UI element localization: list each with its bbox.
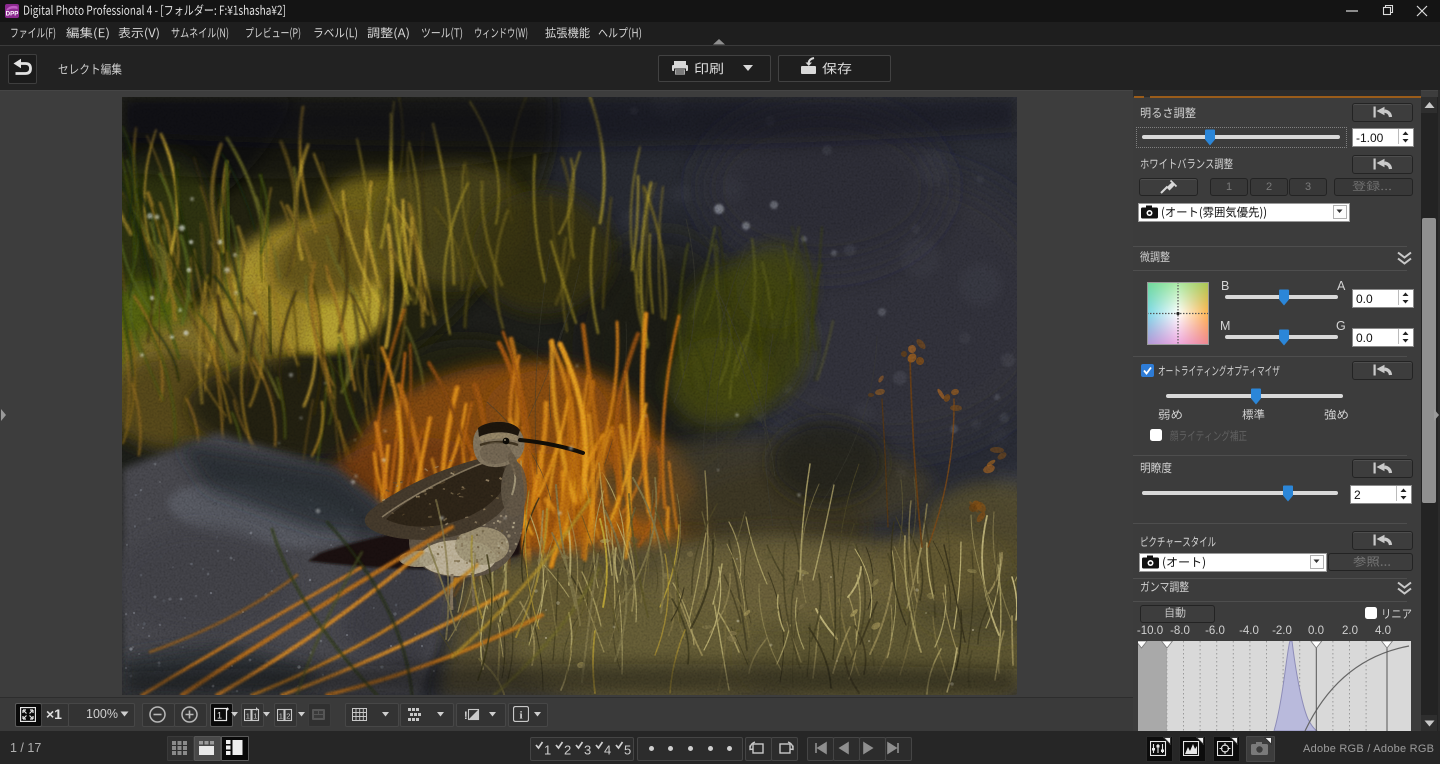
svg-text:2: 2	[286, 712, 290, 721]
svg-text:1: 1	[253, 712, 257, 721]
svg-text:2: 2	[564, 743, 571, 757]
svg-text:4: 4	[604, 743, 611, 757]
svg-text:3: 3	[584, 743, 591, 757]
svg-text:1: 1	[544, 743, 551, 757]
svg-text:1: 1	[246, 712, 250, 721]
svg-text:1: 1	[217, 711, 222, 721]
svg-text:DPP: DPP	[6, 11, 19, 18]
svg-text:1: 1	[279, 712, 283, 721]
svg-text:5: 5	[624, 743, 631, 757]
svg-text:!: !	[464, 710, 468, 722]
svg-text:i: i	[519, 710, 522, 722]
